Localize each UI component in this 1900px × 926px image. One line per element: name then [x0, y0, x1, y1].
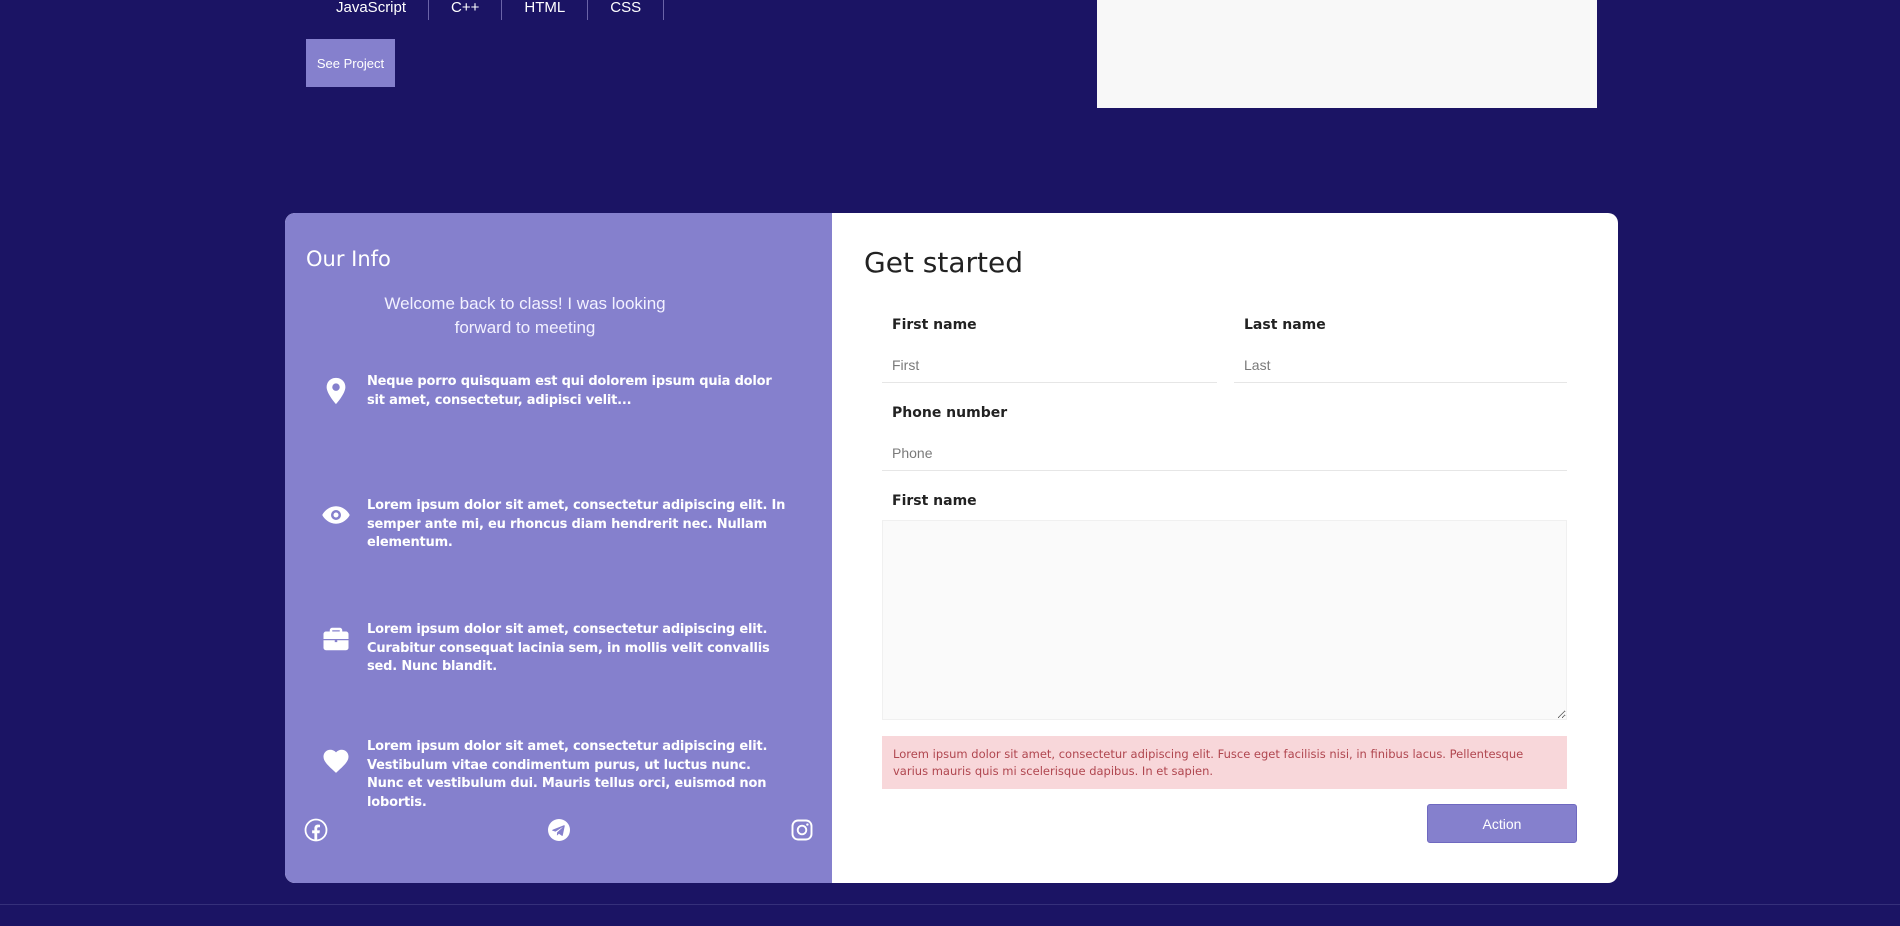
- info-panel: Our Info Welcome back to class! I was lo…: [285, 213, 832, 883]
- tech-tags: JavaScript C++ HTML CSS: [314, 0, 665, 20]
- briefcase-icon: [323, 627, 349, 651]
- info-item-text: Lorem ipsum dolor sit amet, consectetur …: [367, 739, 768, 810]
- instagram-icon[interactable]: [790, 818, 814, 842]
- see-project-button[interactable]: See Project: [306, 39, 395, 87]
- footer-divider: [0, 904, 1900, 905]
- project-preview: [1097, 0, 1597, 108]
- info-item-text: Lorem ipsum dolor sit amet, consectetur …: [367, 498, 786, 550]
- info-item-values: Lorem ipsum dolor sit amet, consectetur …: [321, 738, 791, 812]
- action-button[interactable]: Action: [1427, 804, 1577, 843]
- tag: JavaScript: [314, 0, 430, 20]
- phone-label: Phone number: [892, 405, 1008, 421]
- info-item-work: Lorem ipsum dolor sit amet, consectetur …: [321, 621, 791, 677]
- alert-message: Lorem ipsum dolor sit amet, consectetur …: [882, 736, 1567, 789]
- tag: CSS: [588, 0, 665, 20]
- form-title: Get started: [864, 246, 1024, 279]
- info-item-text: Neque porro quisquam est qui dolorem ips…: [367, 374, 772, 408]
- get-started-form: Get started First name Last name Phone n…: [832, 213, 1618, 883]
- info-item-location: Neque porro quisquam est qui dolorem ips…: [321, 373, 791, 410]
- heart-icon: [323, 749, 349, 773]
- last-name-input[interactable]: [1234, 347, 1567, 383]
- welcome-text: Welcome back to class! I was looking for…: [384, 294, 666, 337]
- message-label: First name: [892, 493, 977, 509]
- tag: C++: [429, 0, 503, 20]
- location-pin-icon: [326, 377, 346, 405]
- message-textarea[interactable]: [882, 520, 1567, 720]
- telegram-icon[interactable]: [547, 818, 571, 842]
- phone-input[interactable]: [882, 435, 1567, 471]
- info-item-text: Lorem ipsum dolor sit amet, consectetur …: [367, 622, 770, 674]
- contact-card: Our Info Welcome back to class! I was lo…: [285, 213, 1618, 883]
- last-name-label: Last name: [1244, 317, 1326, 333]
- social-links: [304, 818, 814, 842]
- facebook-icon[interactable]: [304, 818, 328, 842]
- eye-icon: [322, 506, 350, 524]
- info-item-vision: Lorem ipsum dolor sit amet, consectetur …: [321, 497, 791, 553]
- info-title: Our Info: [306, 247, 391, 271]
- first-name-input[interactable]: [882, 347, 1217, 383]
- first-name-label: First name: [892, 317, 977, 333]
- tag: HTML: [502, 0, 589, 20]
